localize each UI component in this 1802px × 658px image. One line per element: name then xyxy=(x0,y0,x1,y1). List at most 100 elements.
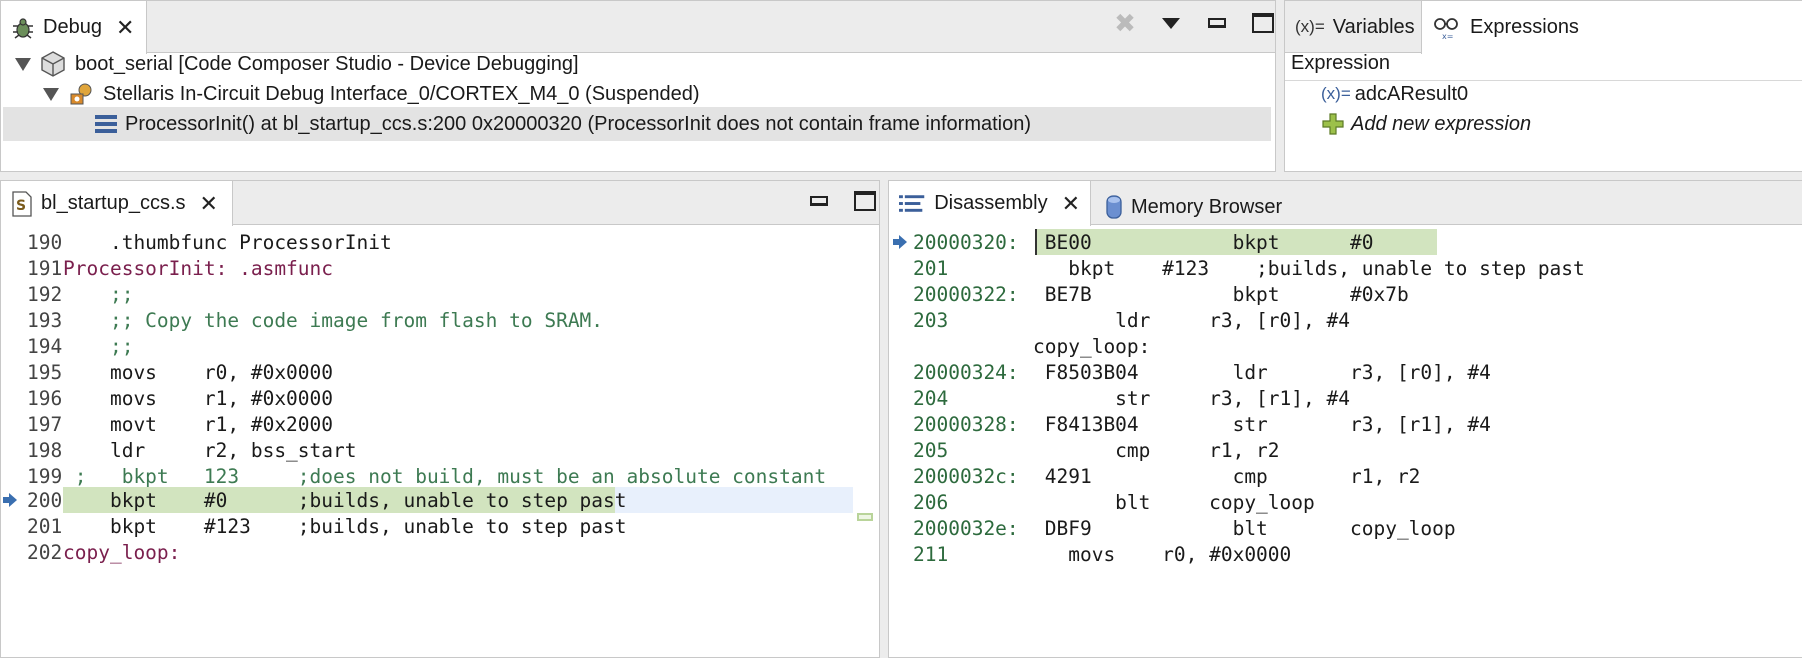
editor-tabbar: S bl_startup_ccs.s ✕ xyxy=(1,181,879,226)
instruction-text: F8413B04 str r3, [r1], #4 xyxy=(1033,412,1491,436)
address: 20000324: xyxy=(913,360,1019,384)
vars-tabbar: (x)= Variables x= Expressions xyxy=(1285,1,1802,54)
disasm-tabbar: Disassembly ✕ Memory Browser xyxy=(889,181,1802,226)
stack-frame-icon xyxy=(95,115,117,133)
source-line: 211 movs r0, #0x0000 xyxy=(889,539,1802,569)
code-text: copy_loop: xyxy=(63,540,181,564)
disconnect-icon[interactable]: ✖ xyxy=(1113,8,1137,38)
bug-icon xyxy=(13,17,33,39)
view-menu-icon[interactable] xyxy=(1159,11,1183,35)
instruction-text: DBF9 blt copy_loop xyxy=(1033,516,1456,540)
line-number: 190 xyxy=(27,230,63,254)
expressions-icon: x= xyxy=(1434,17,1458,41)
line-number: 195 xyxy=(27,360,63,384)
line-number: 192 xyxy=(27,282,63,306)
tree-item-label: ProcessorInit() at bl_startup_ccs.s:200 … xyxy=(125,112,1032,135)
debug-target-icon xyxy=(70,83,92,105)
code-text: ;; xyxy=(63,334,134,358)
instruction-text: 4291 cmp r1, r2 xyxy=(1033,464,1421,488)
address: 20000328: xyxy=(913,412,1019,436)
address: 2000032c: xyxy=(913,464,1019,488)
debug-toolbar: ✖ xyxy=(1113,8,1275,38)
source-line-number: 206 xyxy=(913,490,949,514)
tab-disassembly[interactable]: Disassembly ✕ xyxy=(889,181,1091,226)
asm-file-icon: S xyxy=(12,190,32,217)
code-text: movs r0, #0x0000 xyxy=(63,360,334,384)
editor-view: S bl_startup_ccs.s ✕ 190 .thumbfunc Proc… xyxy=(0,180,880,658)
disassembly-icon xyxy=(899,194,925,212)
column-header-label: Expression xyxy=(1291,52,1390,74)
tab-variables-label: Variables xyxy=(1332,15,1415,38)
variables-icon: (x)= xyxy=(1295,17,1325,36)
tab-expressions-label: Expressions xyxy=(1470,16,1579,38)
close-icon[interactable]: ✕ xyxy=(116,15,134,41)
expression-item[interactable]: (x)= adcAResult0 xyxy=(1285,77,1802,111)
code-line: 202 copy_loop: xyxy=(1,537,879,567)
line-number: 191 xyxy=(27,256,63,280)
memory-icon xyxy=(1106,195,1122,219)
tree-item-target[interactable]: Stellaris In-Circuit Debug Interface_0/C… xyxy=(1,77,1275,111)
source-text: movs r0, #0x0000 xyxy=(1033,542,1292,566)
line-number: 198 xyxy=(27,438,63,462)
tab-editor-label: bl_startup_ccs.s xyxy=(41,192,186,214)
tab-debug-label: Debug xyxy=(43,16,102,38)
expand-triangle-icon[interactable] xyxy=(15,57,31,71)
instruction-text: BE7B bkpt #0x7b xyxy=(1033,282,1409,306)
source-line-number: 205 xyxy=(913,438,949,462)
instruction-text: F8503B04 ldr r3, [r0], #4 xyxy=(1033,360,1491,384)
line-number: 196 xyxy=(27,386,63,410)
line-number: 201 xyxy=(27,514,63,538)
tree-item-label: boot_serial [Code Composer Studio - Devi… xyxy=(75,52,579,75)
minimize-icon[interactable] xyxy=(807,189,831,213)
tab-disassembly-label: Disassembly xyxy=(934,192,1048,214)
tree-item-launch[interactable]: boot_serial [Code Composer Studio - Devi… xyxy=(1,47,1275,81)
add-icon xyxy=(1322,113,1344,135)
source-text: ldr r3, [r0], #4 xyxy=(1033,308,1350,332)
line-number: 194 xyxy=(27,334,63,358)
code-text: bkpt #123 ;builds, unable to step past xyxy=(63,514,627,538)
code-text: movt r1, #0x2000 xyxy=(63,412,334,436)
minimize-icon[interactable] xyxy=(1205,11,1229,35)
tab-editor-file[interactable]: S bl_startup_ccs.s ✕ xyxy=(1,181,233,226)
expressions-view: (x)= Variables x= Expressions Expression… xyxy=(1284,0,1802,172)
line-number: 202 xyxy=(27,540,63,564)
close-icon[interactable]: ✕ xyxy=(200,191,218,217)
debug-tabbar: Debug ✕ ✖ xyxy=(1,1,1275,54)
tree-item-label: Stellaris In-Circuit Debug Interface_0/C… xyxy=(103,82,700,105)
tab-memory-browser[interactable]: Memory Browser xyxy=(1095,181,1315,233)
code-text: ;; xyxy=(63,282,134,306)
disassembly-text-area[interactable]: 20000320: BE00 bkpt #0 201 bkpt #123 ;bu… xyxy=(889,227,1802,657)
editor-text-area[interactable]: 190 .thumbfunc ProcessorInit 191 Processo… xyxy=(1,227,879,657)
source-text: cmp r1, r2 xyxy=(1033,438,1280,462)
code-text: bkpt #0 ;builds, unable to step past xyxy=(63,488,627,512)
code-text: ;; Copy the code image from flash to SRA… xyxy=(63,308,604,332)
address: 2000032e: xyxy=(913,516,1019,540)
address: 20000320: xyxy=(913,230,1019,254)
source-line-number: 204 xyxy=(913,386,949,410)
svg-text:x=: x= xyxy=(1442,32,1453,41)
tab-variables[interactable]: (x)= Variables xyxy=(1285,1,1421,53)
line-number: 200 xyxy=(27,488,63,512)
address: 20000322: xyxy=(913,282,1019,306)
tree-item-frame[interactable]: ProcessorInit() at bl_startup_ccs.s:200 … xyxy=(3,107,1271,141)
line-number: 197 xyxy=(27,412,63,436)
column-header[interactable]: Expression xyxy=(1285,47,1802,81)
add-expression-label: Add new expression xyxy=(1351,112,1532,135)
maximize-icon[interactable] xyxy=(1251,11,1275,35)
debug-view: Debug ✕ ✖ boot_serial [Code Composer Stu… xyxy=(0,0,1276,172)
tab-memory-label: Memory Browser xyxy=(1131,195,1283,218)
expression-name: adcAResult0 xyxy=(1354,82,1469,105)
source-line-number: 203 xyxy=(913,308,949,332)
expand-triangle-icon[interactable] xyxy=(43,87,59,101)
svg-text:S: S xyxy=(16,198,26,214)
launch-icon xyxy=(41,51,65,77)
source-line-number: 211 xyxy=(913,542,949,566)
source-line-number: 201 xyxy=(913,256,949,280)
source-text: blt copy_loop xyxy=(1033,490,1315,514)
code-text: ProcessorInit: .asmfunc xyxy=(63,256,334,280)
maximize-icon[interactable] xyxy=(853,189,877,213)
instruction-text: BE00 bkpt #0 xyxy=(1033,230,1374,254)
close-icon[interactable]: ✕ xyxy=(1062,191,1080,217)
add-expression-item[interactable]: Add new expression xyxy=(1285,107,1802,141)
code-text: ldr r2, bss_start xyxy=(63,438,357,462)
